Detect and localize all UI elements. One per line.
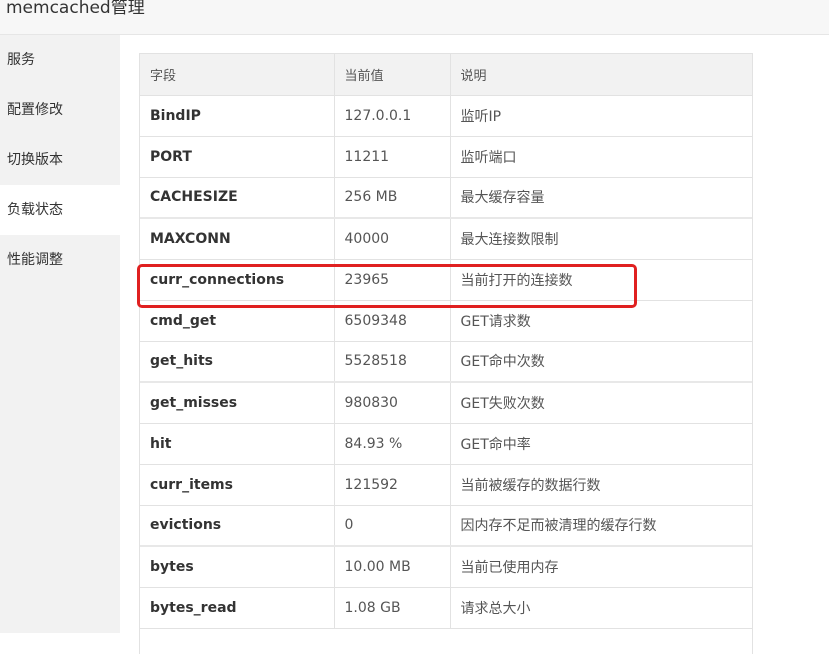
row-value: 0	[333, 505, 450, 547]
row-field: BindIP	[140, 95, 334, 137]
row-field: hit	[140, 423, 334, 465]
row-field: CACHESIZE	[140, 177, 334, 219]
table-row-highlighted: curr_connections 23965 当前打开的连接数	[140, 259, 752, 301]
table-row: hit 84.93 % GET命中率	[140, 423, 752, 465]
sidebar: 服务 配置修改 切换版本 负载状态 性能调整	[0, 35, 120, 633]
row-value: 980830	[333, 381, 450, 424]
row-value: 84.93 %	[333, 423, 450, 465]
table-row: BindIP 127.0.0.1 监听IP	[140, 95, 752, 137]
table-row: CACHESIZE 256 MB 最大缓存容量	[140, 177, 752, 219]
row-description: 当前打开的连接数	[449, 259, 752, 301]
row-field: curr_connections	[140, 259, 334, 301]
row-description: 当前被缓存的数据行数	[449, 464, 752, 506]
row-description: 监听IP	[449, 95, 752, 137]
row-description: GET请求数	[449, 300, 752, 342]
row-value: 5528518	[333, 341, 450, 383]
row-value: 40000	[333, 217, 450, 260]
table-row: bytes_read 1.08 GB 请求总大小	[140, 587, 752, 629]
column-header-description: 说明	[449, 54, 752, 96]
row-description: GET失败次数	[449, 381, 752, 424]
app-title: memcached管理	[6, 0, 145, 18]
table-row: curr_items 121592 当前被缓存的数据行数	[140, 464, 752, 506]
table-row: cmd_get 6509348 GET请求数	[140, 300, 752, 342]
row-field: bytes_read	[140, 587, 334, 629]
row-description: 当前已使用内存	[449, 545, 752, 588]
table-header-row: 字段 当前值 说明	[140, 54, 752, 96]
column-header-value: 当前值	[333, 54, 450, 96]
row-description: 因内存不足而被清理的缓存行数	[449, 505, 752, 547]
column-header-field: 字段	[140, 54, 334, 96]
sidebar-item-switch-version[interactable]: 切换版本	[0, 135, 120, 185]
row-field: bytes	[140, 545, 334, 588]
row-value: 121592	[333, 464, 450, 506]
table-row: evictions 0 因内存不足而被清理的缓存行数	[140, 505, 752, 547]
row-description: GET命中率	[449, 423, 752, 465]
row-field: PORT	[140, 136, 334, 178]
sidebar-item-config[interactable]: 配置修改	[0, 85, 120, 135]
sidebar-item-load-status[interactable]: 负载状态	[0, 185, 120, 235]
row-value: 10.00 MB	[333, 545, 450, 588]
table-row: bytes 10.00 MB 当前已使用内存	[140, 545, 752, 588]
status-table: 字段 当前值 说明 BindIP 127.0.0.1 监听IP PORT 112…	[140, 54, 752, 629]
row-field: get_hits	[140, 341, 334, 383]
row-description: 请求总大小	[449, 587, 752, 629]
row-description: 监听端口	[449, 136, 752, 178]
sidebar-item-service[interactable]: 服务	[0, 35, 120, 85]
row-value: 256 MB	[333, 177, 450, 219]
row-value: 1.08 GB	[333, 587, 450, 629]
row-value: 127.0.0.1	[333, 95, 450, 137]
table-row: get_misses 980830 GET失败次数	[140, 381, 752, 424]
table-row: MAXCONN 40000 最大连接数限制	[140, 217, 752, 260]
status-table-container: 字段 当前值 说明 BindIP 127.0.0.1 监听IP PORT 112…	[139, 53, 753, 654]
row-description: GET命中次数	[449, 341, 752, 383]
row-field: curr_items	[140, 464, 334, 506]
row-field: get_misses	[140, 381, 334, 424]
row-description: 最大缓存容量	[449, 177, 752, 219]
sidebar-item-performance[interactable]: 性能调整	[0, 235, 120, 285]
row-value: 23965	[333, 259, 450, 301]
row-field: cmd_get	[140, 300, 334, 342]
row-value: 11211	[333, 136, 450, 178]
row-description: 最大连接数限制	[449, 217, 752, 260]
row-field: evictions	[140, 505, 334, 547]
row-value: 6509348	[333, 300, 450, 342]
table-row: PORT 11211 监听端口	[140, 136, 752, 178]
app-header: memcached管理	[0, 0, 829, 35]
table-row: get_hits 5528518 GET命中次数	[140, 341, 752, 383]
row-field: MAXCONN	[140, 217, 334, 260]
